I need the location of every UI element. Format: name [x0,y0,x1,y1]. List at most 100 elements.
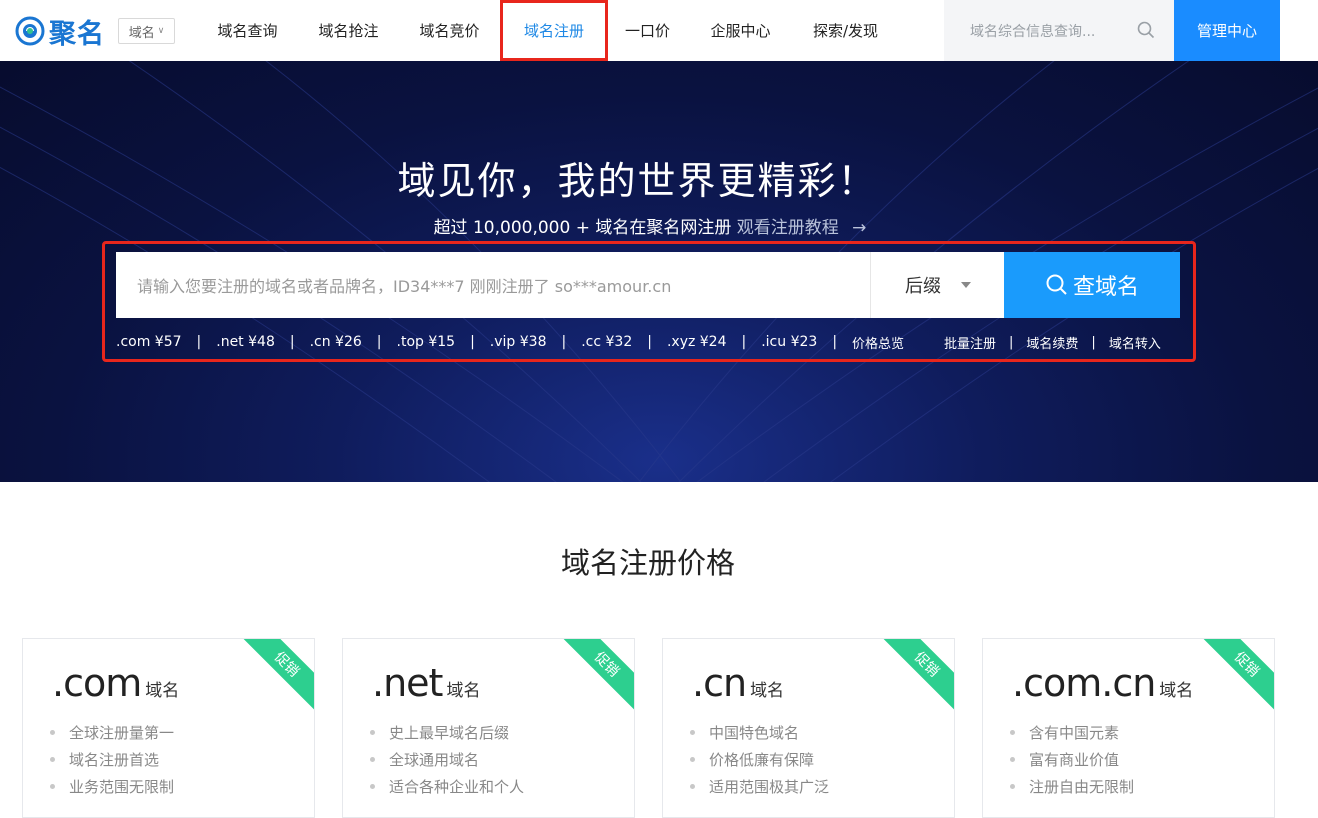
site-logo[interactable]: 聚名 [15,14,105,50]
bullet-icon [1010,784,1015,789]
price-com[interactable]: .com ¥57 [116,334,182,350]
separator: | [376,334,382,350]
main-nav: 域名查询 域名抢注 域名竞价 域名注册 一口价 企服中心 探索/发现 [197,0,897,61]
feature-text: 注册自由无限制 [1029,778,1135,796]
search-domain-button[interactable]: 查域名 [1004,252,1180,318]
pricing-section-title: 域名注册价格 [560,546,735,580]
price-card-cn[interactable]: .cn 域名 促销 中国特色域名 价格低廉有保障 适用范围极其广泛 [662,638,955,818]
nav-domain-snap[interactable]: 域名抢注 [298,0,399,61]
bullet-icon [690,730,695,735]
caret-down-icon [961,282,971,288]
feature-list: 全球注册量第一 域名注册首选 业务范围无限制 [50,719,174,800]
separator: | [1091,334,1096,350]
admin-center-button[interactable]: 管理中心 [1174,0,1280,61]
list-item: 含有中国元素 [1010,719,1134,746]
price-card-com-cn[interactable]: .com.cn 域名 促销 含有中国元素 富有商业价值 注册自由无限制 [982,638,1275,818]
list-item: 适用范围极其广泛 [690,773,829,800]
chevron-down-icon: ∨ [157,26,165,36]
separator: | [289,334,295,350]
hero-title: 域见你，我的世界更精彩！ [397,159,878,203]
card-tld-suffix: 域名 [750,681,785,701]
bulk-register-link[interactable]: 批量注册 [944,333,996,352]
search-icon[interactable] [1137,21,1155,39]
price-xyz[interactable]: .xyz ¥24 [667,334,727,350]
separator: | [470,334,475,350]
bullet-icon [1010,730,1015,735]
card-tld-name: .net [372,661,443,705]
search-icon [1046,274,1067,295]
separator: | [832,334,838,350]
domain-transfer-link[interactable]: 域名转入 [1109,333,1161,352]
suffix-select-label: 后缀 [905,276,941,297]
feature-list: 中国特色域名 价格低廉有保障 适用范围极其广泛 [690,719,829,800]
price-card-com[interactable]: .com 域名 促销 全球注册量第一 域名注册首选 业务范围无限制 [22,638,315,818]
feature-text: 业务范围无限制 [69,778,175,796]
feature-text: 适用范围极其广泛 [709,778,830,796]
tutorial-link[interactable]: 观看注册教程 [737,218,839,238]
nav-enterprise-center[interactable]: 企服中心 [687,0,794,61]
separator: | [561,334,567,350]
category-select-label: 域名 [128,25,155,41]
domain-renew-link[interactable]: 域名续费 [1026,333,1078,352]
feature-text: 域名注册首选 [69,751,160,769]
promo-badge: 促销 [238,639,314,713]
price-vip[interactable]: .vip ¥38 [490,334,547,350]
separator: | [741,334,747,350]
price-cc[interactable]: .cc ¥32 [581,334,632,350]
price-net[interactable]: .net ¥48 [216,334,275,350]
promo-badge: 促销 [1198,639,1274,713]
domain-search-input[interactable]: 请输入您要注册的域名或者品牌名，ID34***7 刚刚注册了 so***amou… [116,252,870,318]
card-tld-name: .com [52,661,142,705]
price-card-net[interactable]: .net 域名 促销 史上最早域名后缀 全球通用域名 适合各种企业和个人 [342,638,635,818]
promo-badge: 促销 [878,639,954,713]
header-search-input[interactable]: 域名综合信息查询... [970,21,1130,41]
search-domain-button-label: 查域名 [1072,275,1139,300]
separator: | [647,334,652,350]
feature-text: 史上最早域名后缀 [389,724,510,742]
list-item: 价格低廉有保障 [690,746,829,773]
card-tld: .com 域名 [52,661,179,705]
card-tld: .net 域名 [372,661,480,705]
nav-domain-register[interactable]: 域名注册 [500,0,608,61]
bullet-icon [1010,757,1015,762]
list-item: 富有商业价值 [1010,746,1134,773]
card-tld: .com.cn 域名 [1012,661,1193,705]
header-search[interactable]: 域名综合信息查询... [944,0,1174,61]
tld-price-list: .com ¥57 | .net ¥48 | .cn ¥26 | .top ¥15 | .… [116,332,904,352]
price-icu[interactable]: .icu ¥23 [761,334,817,350]
price-cn[interactable]: .cn ¥26 [310,334,362,350]
nav-explore[interactable]: 探索/发现 [794,0,897,61]
category-select[interactable]: 域名 ∨ [118,18,175,44]
list-item: 全球注册量第一 [50,719,174,746]
feature-text: 适合各种企业和个人 [389,778,525,796]
nav-fixed-price[interactable]: 一口价 [608,0,687,61]
list-item: 域名注册首选 [50,746,174,773]
separator: | [196,334,202,350]
top-header: 聚名 域名 ∨ 域名查询 域名抢注 域名竞价 域名注册 一口价 企服中心 探索/… [0,0,1318,61]
logo-mark-icon [15,16,45,46]
feature-text: 全球通用域名 [389,751,480,769]
price-overview-link[interactable]: 价格总览 [852,333,904,352]
arrow-right-icon: → [852,218,867,238]
list-item: 适合各种企业和个人 [370,773,524,800]
feature-text: 富有商业价值 [1029,751,1120,769]
logo-text: 聚名 [49,18,105,50]
card-tld-name: .cn [692,661,747,705]
card-tld: .cn 域名 [692,661,784,705]
feature-text: 全球注册量第一 [69,724,175,742]
feature-text: 价格低廉有保障 [709,751,815,769]
list-item: 全球通用域名 [370,746,524,773]
list-item: 史上最早域名后缀 [370,719,524,746]
bullet-icon [50,757,55,762]
bullet-icon [370,784,375,789]
feature-list: 含有中国元素 富有商业价值 注册自由无限制 [1010,719,1134,800]
card-tld-name: .com.cn [1012,661,1156,705]
nav-domain-query[interactable]: 域名查询 [197,0,298,61]
suffix-select[interactable]: 后缀 [870,252,1004,318]
promo-badge: 促销 [558,639,634,713]
feature-list: 史上最早域名后缀 全球通用域名 适合各种企业和个人 [370,719,524,800]
list-item: 中国特色域名 [690,719,829,746]
list-item: 注册自由无限制 [1010,773,1134,800]
price-top[interactable]: .top ¥15 [397,334,456,350]
nav-domain-auction[interactable]: 域名竞价 [399,0,500,61]
